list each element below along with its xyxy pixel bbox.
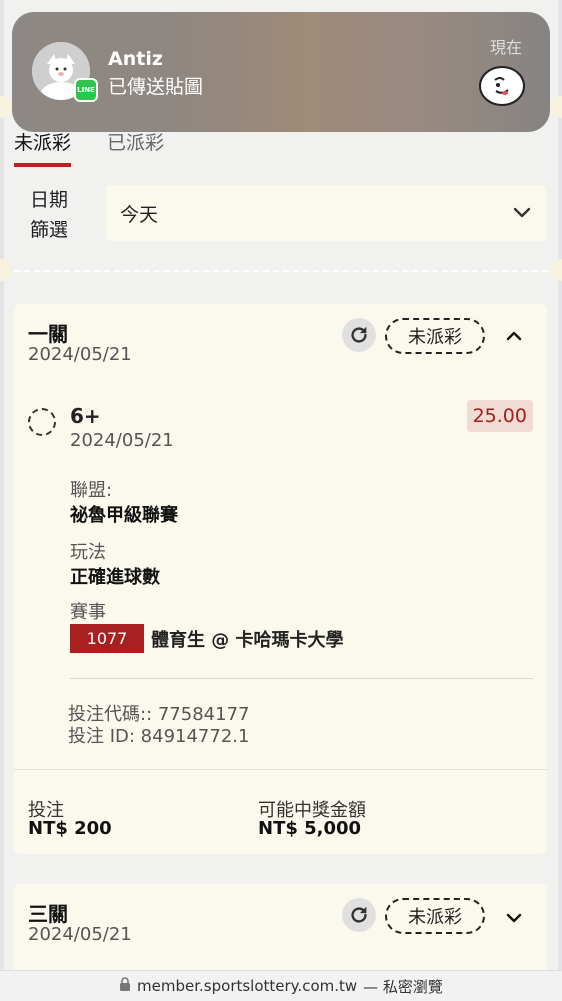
date-filter-label-line2: 篩選 <box>30 219 69 241</box>
bet-type-title: 三關 <box>28 902 68 926</box>
date-filter-label: 日期 篩選 <box>30 185 68 245</box>
lock-icon <box>119 977 131 995</box>
tab-settled[interactable]: 已派彩 <box>107 128 164 167</box>
push-notification[interactable]: LINE Antiz 已傳送貼圖 現在 <box>12 12 550 132</box>
notification-message: 已傳送貼圖 <box>108 76 204 98</box>
date-filter-label-line1: 日期 <box>30 189 69 211</box>
status-badge: 未派彩 <box>385 898 485 934</box>
tab-unsettled[interactable]: 未派彩 <box>14 128 72 167</box>
chevron-up-icon <box>506 331 522 341</box>
date-filter-select[interactable]: 今天 <box>106 185 546 241</box>
ticket-notch <box>550 259 562 281</box>
market-label: 玩法 <box>70 542 106 563</box>
selection-date: 2024/05/21 <box>70 430 174 451</box>
payout-value: NT$ 5,000 <box>258 818 362 839</box>
event-name: 體育生 @ 卡哈瑪卡大學 <box>151 630 344 651</box>
ticket-divider <box>14 270 548 272</box>
expand-button[interactable] <box>502 906 526 930</box>
chevron-down-icon <box>512 202 532 224</box>
selection-name: 6+ <box>70 404 101 428</box>
bet-date: 2024/05/21 <box>28 344 132 365</box>
refresh-button[interactable] <box>342 318 376 352</box>
stake-value: NT$ 200 <box>28 818 112 839</box>
notification-sender: Antiz <box>108 48 163 70</box>
url-text: member.sportslottery.com.tw <box>137 977 358 995</box>
bet-type-title: 一關 <box>28 322 68 346</box>
divider <box>70 678 533 679</box>
collapse-button[interactable] <box>502 324 526 348</box>
odds-badge: 25.00 <box>466 400 533 432</box>
bet-id: 投注 ID: 84914772.1 <box>68 726 250 747</box>
bet-card: 一關 2024/05/21 未派彩 6+ 2024/05/21 25.00 聯盟… <box>14 304 547 854</box>
browser-url-bar[interactable]: member.sportslottery.com.tw — 私密瀏覽 <box>0 970 562 1001</box>
chevron-down-icon <box>506 913 522 923</box>
sticker-thumbnail-icon <box>478 64 526 108</box>
ticket-notch <box>0 259 12 281</box>
league-label: 聯盟: <box>70 480 113 501</box>
market-value: 正確進球數 <box>70 567 160 588</box>
bet-card: 三關 2024/05/21 未派彩 <box>14 884 547 970</box>
ticket-notch <box>0 96 12 118</box>
refresh-icon <box>351 906 367 923</box>
ticket-notch <box>550 96 562 118</box>
status-tabs: 未派彩 已派彩 <box>14 128 164 167</box>
selection-marker <box>28 408 56 436</box>
refresh-icon <box>351 326 367 343</box>
event-label: 賽事 <box>70 602 106 623</box>
refresh-button[interactable] <box>342 898 376 932</box>
league-value: 祕魯甲級聯賽 <box>70 505 178 526</box>
status-badge: 未派彩 <box>385 318 485 354</box>
private-mode-label: — 私密瀏覽 <box>363 977 443 996</box>
event-number-badge: 1077 <box>70 624 144 653</box>
notification-time: 現在 <box>489 38 522 57</box>
line-app-icon: LINE <box>74 78 98 102</box>
bet-date: 2024/05/21 <box>28 924 132 945</box>
divider <box>14 769 547 770</box>
date-filter-value: 今天 <box>120 203 159 226</box>
